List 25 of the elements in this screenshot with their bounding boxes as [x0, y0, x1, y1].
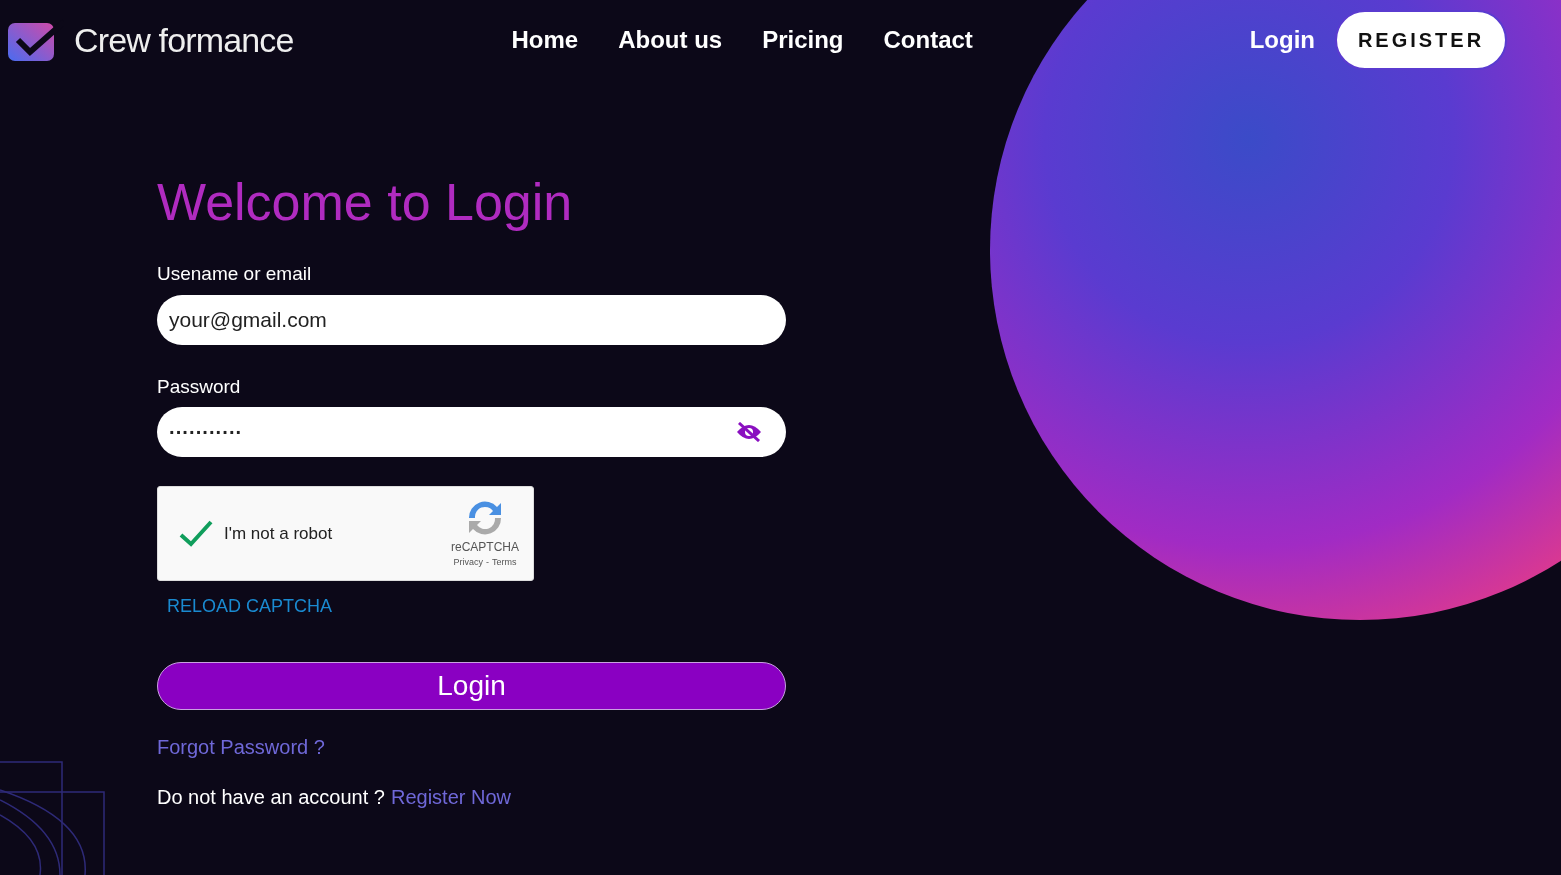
- password-field[interactable]: ···········: [157, 407, 786, 457]
- register-button[interactable]: REGISTER: [1335, 10, 1507, 70]
- captcha-label: I'm not a robot: [224, 522, 333, 545]
- logo-text: Crew formance: [74, 19, 294, 61]
- password-value: ···········: [169, 420, 243, 445]
- register-now-link[interactable]: Register Now: [390, 782, 511, 812]
- privacy-link[interactable]: Privacy: [453, 555, 483, 570]
- nav-link[interactable]: Pricing: [762, 22, 844, 58]
- terms-link[interactable]: Terms: [492, 555, 517, 570]
- nav-link[interactable]: Home: [511, 22, 579, 58]
- forgot-password-link[interactable]: Forgot Password ?: [157, 732, 325, 762]
- login-button[interactable]: Login: [157, 662, 786, 710]
- checkmark-icon[interactable]: [178, 518, 214, 549]
- reload-captcha-link[interactable]: RELOAD CAPTCHA: [167, 593, 333, 620]
- nav-link[interactable]: About us: [618, 22, 723, 58]
- username-field[interactable]: your@gmail.com: [157, 294, 786, 345]
- username-label: Usename or email: [157, 262, 312, 286]
- no-account-text: Do not have an account ?: [157, 785, 385, 810]
- eye-slash-icon[interactable]: [736, 422, 762, 442]
- recaptcha-brand: reCAPTCHA: [451, 538, 519, 556]
- password-label: Password: [157, 374, 241, 399]
- separator-text: -: [486, 555, 489, 569]
- login-link[interactable]: Login: [1249, 22, 1315, 58]
- page-title: Welcome to Login: [157, 172, 574, 232]
- nav-link[interactable]: Contact: [883, 22, 973, 58]
